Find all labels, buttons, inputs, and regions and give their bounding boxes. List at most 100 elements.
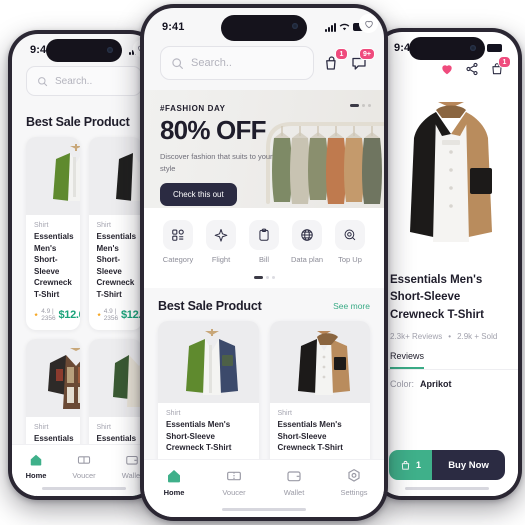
- product-info: Shirt Essentials Men's Short-Sleeve Crew…: [26, 215, 80, 330]
- product-footer: 4.9 | 2356 $12.00: [96, 307, 142, 322]
- page-title: Best Sale Product: [26, 115, 130, 129]
- product-card[interactable]: Shirt Essentials Men's Short-Sleeve Crew…: [26, 40, 150, 330]
- product-meta: 2.3k+ Reviews • 2.9k + Sold: [390, 332, 504, 341]
- tab-reviews[interactable]: Reviews: [390, 351, 425, 369]
- dot: [368, 104, 371, 107]
- search-input[interactable]: Search..: [160, 46, 314, 80]
- search-icon: [38, 76, 48, 86]
- left-search-row: Search..: [12, 60, 156, 104]
- center-phone-frame: 9:41 Search.. 1 9+ #FASHION DAY 80% OFF …: [140, 4, 388, 521]
- banner-tag: #FASHION DAY: [160, 104, 226, 113]
- signal-icon: [325, 22, 336, 32]
- tab-label: Voucer: [222, 488, 246, 497]
- search-input[interactable]: Search..: [26, 66, 142, 96]
- product-card[interactable]: Shirt Essentials Men's Short-Sleeve Crew…: [269, 14, 378, 481]
- dynamic-island: [46, 39, 122, 62]
- product-name: Essentials Men's Short-Sleeve Crewneck T…: [96, 232, 137, 299]
- left-phone-frame: 9:41 Search.. Best Sale Product Shirt Es…: [8, 30, 160, 500]
- search-placeholder: Search..: [55, 75, 93, 87]
- tab-voucer[interactable]: Voucer: [209, 468, 259, 497]
- tab-settings[interactable]: Settings: [329, 468, 379, 497]
- share-icon[interactable]: [465, 62, 479, 76]
- tab-label: Home: [163, 488, 185, 497]
- category-item-bill[interactable]: Bill: [244, 220, 284, 264]
- tab-home[interactable]: Home: [12, 453, 60, 480]
- banner-cta-button[interactable]: Check this out: [160, 183, 237, 207]
- dynamic-island: [221, 15, 307, 41]
- category-item-top-up[interactable]: Top Up: [330, 220, 370, 264]
- cart-badge: 1: [335, 48, 348, 60]
- chat-badge: 9+: [359, 48, 375, 60]
- category-label: Data plan: [290, 255, 324, 264]
- product-card[interactable]: Shirt Essentials Men's Short-Sleeve Crew…: [88, 40, 150, 330]
- cart-badge: 1: [498, 56, 511, 68]
- category-item-flight[interactable]: Flight: [201, 220, 241, 264]
- product-detail-tabs: Reviews: [376, 340, 518, 369]
- product-rating: 4.9 | 2356: [96, 307, 121, 322]
- cart-button[interactable]: 1: [490, 56, 511, 76]
- product-image: [269, 321, 370, 403]
- product-name: Essentials Men's Short-Sleeve Crewneck T…: [34, 232, 74, 299]
- center-search-row: Search.. 1 9+: [144, 38, 384, 90]
- product-category: Shirt: [96, 222, 111, 229]
- section-header: Best Sale Product See more: [144, 288, 384, 321]
- product-rating: 4.9 | 2356: [34, 308, 58, 322]
- home-indicator: [222, 508, 306, 511]
- category-item-category[interactable]: Category: [158, 220, 198, 264]
- tab-wallet[interactable]: Wallet: [269, 468, 319, 497]
- tab-voucer[interactable]: Voucer: [60, 453, 108, 480]
- favorite-heart-icon[interactable]: [440, 62, 454, 76]
- dot: [362, 104, 365, 107]
- banner-pagination[interactable]: [350, 104, 371, 107]
- product-category: Shirt: [34, 423, 49, 431]
- right-phone-screen: 9:41 1 Essentials Men's Short-Sleeve Cre…: [376, 32, 518, 496]
- product-image: [88, 137, 142, 215]
- home-indicator: [405, 487, 489, 490]
- home-icon: [30, 454, 42, 466]
- cart-button[interactable]: 1: [323, 48, 348, 72]
- product-grid: Shirt Essentials Men's Short-Sleeve Crew…: [144, 14, 384, 481]
- category-label: Flight: [211, 255, 231, 264]
- reviews-count: 2.3k+ Reviews: [390, 331, 443, 341]
- product-image: [26, 137, 80, 215]
- left-product-grid-row-1: Shirt Essentials Men's Short-Sleeve Crew…: [12, 40, 156, 330]
- tab-label: Home: [25, 471, 47, 480]
- rating-text: 4.9 | 2356: [103, 307, 119, 322]
- header-icons: 1 9+: [323, 48, 375, 72]
- shirt-tan-illustration: [88, 137, 142, 215]
- dot-active: [350, 104, 359, 107]
- chat-button[interactable]: 9+: [350, 48, 375, 72]
- left-bottom-nav: Home Voucer Wallet: [12, 444, 156, 496]
- right-status-bar: 9:41: [376, 32, 518, 60]
- dot-active: [253, 276, 263, 279]
- product-info: Shirt Essentials Men's Short-Sleeve Crew…: [89, 215, 143, 330]
- ticket-icon: [227, 471, 241, 481]
- tab-home[interactable]: Home: [149, 468, 199, 497]
- left-section-header: Best Sale Product: [12, 104, 156, 137]
- category-item-data-plan[interactable]: Data plan: [287, 220, 327, 264]
- product-category: Shirt: [96, 423, 111, 431]
- category-pagination[interactable]: [144, 268, 384, 288]
- rating-text: 4.9 | 2356: [41, 307, 56, 322]
- color-row: Color: Aprikot: [376, 369, 518, 398]
- promo-banner[interactable]: #FASHION DAY 80% OFF Discover fashion th…: [144, 90, 384, 208]
- plane-icon: [206, 220, 236, 250]
- ticket-icon: [77, 456, 91, 464]
- coin-icon: [335, 220, 365, 250]
- product-title: Essentials Men's Short-Sleeve Crewneck T…: [390, 274, 484, 321]
- meta-separator: •: [448, 331, 452, 341]
- star-icon: [34, 312, 38, 317]
- buy-row: 1 Buy Now: [389, 450, 505, 480]
- color-label: Color:: [390, 378, 415, 389]
- see-more-link[interactable]: See more: [333, 301, 370, 311]
- grid-icon: [163, 220, 193, 250]
- buy-now-button[interactable]: Buy Now: [432, 450, 505, 480]
- product-price: $12.00: [58, 308, 79, 321]
- product-footer: 4.9 | 2356 $12.00: [34, 308, 80, 322]
- shirt-green-illustration: [26, 137, 80, 215]
- jacket-tan-illustration: [269, 321, 370, 403]
- product-card[interactable]: Shirt Essentials Men's Short-Sleeve Crew…: [158, 14, 378, 481]
- add-to-bag-button[interactable]: 1: [389, 450, 433, 480]
- globe-icon: [292, 220, 322, 250]
- wallet-icon: [126, 455, 138, 465]
